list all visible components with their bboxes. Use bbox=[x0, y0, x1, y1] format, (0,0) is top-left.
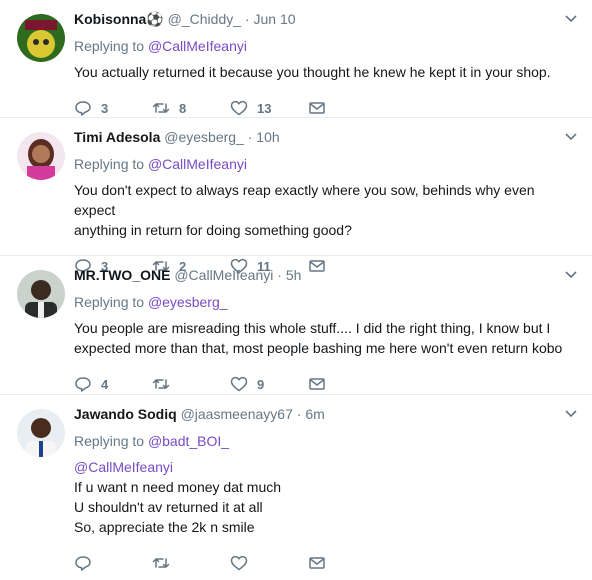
reply-count: 3 bbox=[101, 100, 109, 116]
timestamp[interactable]: 10h bbox=[256, 129, 279, 145]
tweet-header: Timi Adesola @eyesberg_ · 10h bbox=[74, 128, 578, 147]
timestamp[interactable]: Jun 10 bbox=[253, 11, 295, 27]
avatar[interactable] bbox=[17, 14, 65, 62]
reply-icon bbox=[75, 101, 91, 116]
timestamp[interactable]: 5h bbox=[286, 267, 302, 283]
user-handle[interactable]: @CallMeIfeanyi bbox=[174, 267, 273, 283]
chevron-down-icon[interactable] bbox=[564, 270, 578, 280]
reply-button[interactable]: 4 bbox=[74, 375, 152, 393]
user-handle[interactable]: @_Chiddy_ bbox=[168, 11, 241, 27]
tweet-text: You people are misreading this whole stu… bbox=[74, 318, 578, 358]
tweet-header: Kobisonna⚽ @_Chiddy_ · Jun 10 bbox=[74, 10, 578, 29]
tweet[interactable]: Timi Adesola @eyesberg_ · 10h Replying t… bbox=[0, 118, 592, 274]
reply-icon bbox=[75, 556, 91, 571]
like-count: 9 bbox=[257, 376, 265, 392]
retweet-button[interactable]: 8 bbox=[152, 99, 230, 117]
avatar[interactable] bbox=[17, 409, 65, 457]
like-button[interactable]: 9 bbox=[230, 375, 308, 393]
retweet-count: 8 bbox=[179, 100, 187, 116]
direct-message-button[interactable] bbox=[308, 375, 335, 393]
retweet-icon bbox=[152, 103, 170, 113]
separator-dot: · bbox=[296, 406, 302, 422]
tweet-text-line: U shouldn't av returned it at all bbox=[74, 499, 263, 515]
replying-to: Replying to @eyesberg_ bbox=[74, 293, 578, 311]
retweet-button[interactable] bbox=[152, 375, 230, 393]
like-button[interactable] bbox=[230, 554, 308, 572]
chevron-down-icon[interactable] bbox=[564, 409, 578, 419]
display-name[interactable]: MR.TWO_ONE bbox=[74, 267, 170, 283]
tweet[interactable]: Jawando Sodiq @jaasmeenayy67 · 6m Replyi… bbox=[0, 395, 592, 571]
replying-to: Replying to @CallMeIfeanyi bbox=[74, 155, 578, 173]
envelope-icon bbox=[309, 557, 325, 569]
retweet-icon bbox=[152, 379, 170, 389]
reply-button[interactable] bbox=[74, 554, 152, 572]
tweet-text-line: So, appreciate the 2k n smile bbox=[74, 519, 255, 535]
replying-label: Replying to bbox=[74, 294, 148, 310]
avatar[interactable] bbox=[17, 270, 65, 318]
reply-button[interactable]: 3 bbox=[74, 99, 152, 117]
retweet-button[interactable] bbox=[152, 554, 230, 572]
heart-icon bbox=[230, 376, 248, 392]
avatar[interactable] bbox=[17, 132, 65, 180]
replying-to-link[interactable]: @badt_BOI_ bbox=[148, 433, 229, 449]
user-handle[interactable]: @eyesberg_ bbox=[164, 129, 244, 145]
reply-count: 4 bbox=[101, 376, 109, 392]
mention-link[interactable]: @CallMeIfeanyi bbox=[74, 457, 578, 477]
separator-dot: · bbox=[247, 129, 253, 145]
chevron-down-icon[interactable] bbox=[564, 132, 578, 142]
replying-label: Replying to bbox=[74, 433, 148, 449]
tweet-text-line: You actually returned it because you tho… bbox=[74, 64, 551, 80]
replying-label: Replying to bbox=[74, 38, 148, 54]
tweet-actions bbox=[74, 546, 578, 580]
envelope-icon bbox=[309, 378, 325, 390]
tweet[interactable]: Kobisonna⚽ @_Chiddy_ · Jun 10 Replying t… bbox=[0, 0, 592, 118]
like-count: 13 bbox=[257, 100, 272, 116]
replying-to: Replying to @CallMeIfeanyi bbox=[74, 37, 578, 55]
tweet-header: Jawando Sodiq @jaasmeenayy67 · 6m bbox=[74, 405, 578, 424]
heart-icon bbox=[230, 100, 248, 116]
reply-icon bbox=[75, 377, 91, 392]
display-name[interactable]: Jawando Sodiq bbox=[74, 406, 177, 422]
chevron-down-icon[interactable] bbox=[564, 14, 578, 24]
display-name[interactable]: Kobisonna⚽ bbox=[74, 11, 164, 27]
direct-message-button[interactable] bbox=[308, 554, 335, 572]
replying-label: Replying to bbox=[74, 156, 148, 172]
tweet[interactable]: MR.TWO_ONE @CallMeIfeanyi · 5h Replying … bbox=[0, 256, 592, 395]
heart-icon bbox=[230, 555, 248, 571]
user-handle[interactable]: @jaasmeenayy67 bbox=[181, 406, 293, 422]
timestamp[interactable]: 6m bbox=[305, 406, 324, 422]
tweet-header: MR.TWO_ONE @CallMeIfeanyi · 5h bbox=[74, 266, 578, 285]
separator-dot: · bbox=[244, 11, 250, 27]
replying-to-link[interactable]: @eyesberg_ bbox=[148, 294, 228, 310]
like-button[interactable]: 13 bbox=[230, 99, 308, 117]
tweet-text: You don't expect to always reap exactly … bbox=[74, 180, 578, 240]
tweet-text-line: If u want n need money dat much bbox=[74, 479, 282, 495]
tweet-text-line: expected more than that, most people bas… bbox=[74, 340, 563, 356]
replying-to-link[interactable]: @CallMeIfeanyi bbox=[148, 156, 247, 172]
display-name[interactable]: Timi Adesola bbox=[74, 129, 160, 145]
retweet-icon bbox=[152, 558, 170, 568]
envelope-icon bbox=[309, 102, 325, 114]
tweet-text-line: anything in return for doing something g… bbox=[74, 222, 352, 238]
tweet-text-line: You people are misreading this whole stu… bbox=[74, 320, 551, 336]
tweet-text: @CallMeIfeanyi If u want n need money da… bbox=[74, 457, 578, 537]
tweet-text-line: You don't expect to always reap exactly … bbox=[74, 182, 535, 218]
replying-to: Replying to @badt_BOI_ bbox=[74, 432, 578, 450]
tweet-text: You actually returned it because you tho… bbox=[74, 62, 578, 82]
replying-to-link[interactable]: @CallMeIfeanyi bbox=[148, 38, 247, 54]
direct-message-button[interactable] bbox=[308, 99, 335, 117]
tweet-feed: Kobisonna⚽ @_Chiddy_ · Jun 10 Replying t… bbox=[0, 0, 592, 571]
separator-dot: · bbox=[277, 267, 282, 283]
